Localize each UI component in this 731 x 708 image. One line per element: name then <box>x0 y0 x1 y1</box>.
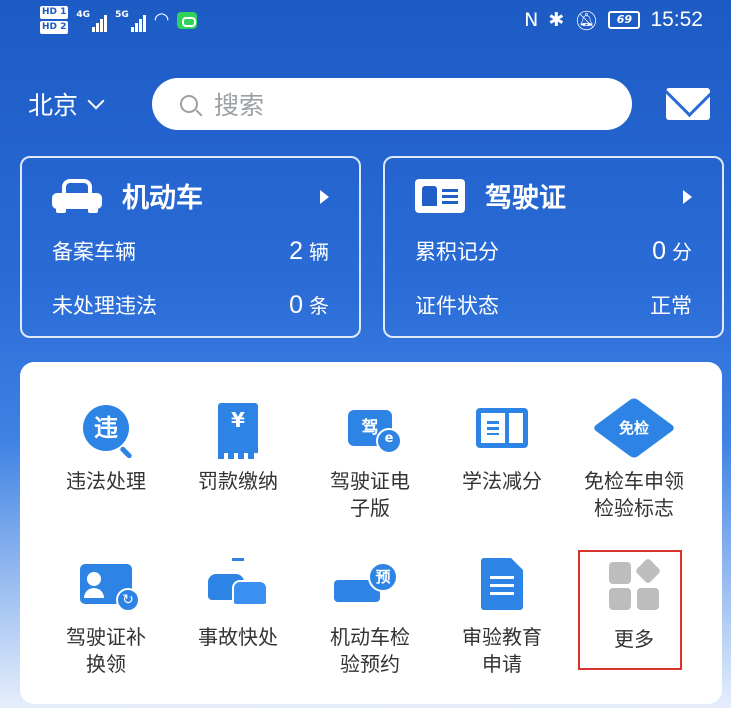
inspection-booking-icon: 预 <box>334 562 406 606</box>
message-icon <box>177 12 198 29</box>
row-value-group: 0分 <box>652 236 692 266</box>
mail-icon[interactable] <box>666 88 710 120</box>
status-left: HD 1 HD 2 4G 5G ◠ <box>40 6 198 34</box>
clock: 15:52 <box>650 8 703 31</box>
row-value: 2 <box>289 237 303 265</box>
service-label: 免检车申领检验标志 <box>584 469 684 520</box>
service-fine-payment[interactable]: ¥ 罚款缴纳 <box>168 400 308 495</box>
row-value: 正常 <box>650 294 692 318</box>
exempt-badge-icon: 免检 <box>591 396 677 460</box>
service-review-education[interactable]: 审验教育申请 <box>432 556 572 678</box>
row-unit: 辆 <box>309 240 329 264</box>
service-label: 机动车检验预约 <box>330 625 410 676</box>
search-bar[interactable]: 搜索 <box>152 78 632 130</box>
service-label: 罚款缴纳 <box>198 469 278 493</box>
service-label: 事故快处 <box>198 625 278 649</box>
book-icon <box>476 408 528 448</box>
booking-badge-text: 预 <box>368 562 398 592</box>
status-right: N ✱ 🔕︎ 69 15:52 <box>524 8 703 32</box>
accumulated-points-row[interactable]: 累积记分 0分 <box>415 236 692 266</box>
signal-icon: 4G <box>76 10 108 32</box>
row-label: 累积记分 <box>415 240 499 264</box>
row-value: 0 <box>289 291 303 319</box>
row-label: 备案车辆 <box>52 240 136 264</box>
hd-badges: HD 1 HD 2 <box>40 6 69 34</box>
search-icon <box>180 95 198 113</box>
search-placeholder: 搜索 <box>214 91 265 120</box>
unprocessed-violations-row[interactable]: 未处理违法 0条 <box>52 290 329 320</box>
service-label: 学法减分 <box>462 469 542 493</box>
grid-icon <box>609 557 662 610</box>
row-label: 未处理违法 <box>52 294 157 318</box>
license-card[interactable]: 驾驶证 累积记分 0分 证件状态 正常 <box>383 156 724 338</box>
row-unit: 条 <box>309 294 329 318</box>
license-title-text: 驾驶证 <box>485 183 566 214</box>
chevron-right-icon[interactable] <box>683 190 692 204</box>
license-card-title: 驾驶证 <box>415 176 566 215</box>
service-label: 更多 <box>614 627 654 651</box>
service-violation-handling[interactable]: 违 违法处理 <box>36 400 176 495</box>
wifi-icon: ◠ <box>153 9 170 30</box>
service-label: 审验教育申请 <box>462 625 542 676</box>
vehicle-card-title: 机动车 <box>52 176 203 215</box>
e-license-icon: 驾 <box>348 410 402 454</box>
row-value-group: 2辆 <box>289 236 329 266</box>
service-label: 驾驶证补换领 <box>66 625 146 676</box>
vehicle-card[interactable]: 机动车 备案车辆 2辆 未处理违法 0条 <box>20 156 361 338</box>
registered-vehicles-row[interactable]: 备案车辆 2辆 <box>52 236 329 266</box>
service-label: 驾驶证电子版 <box>330 469 410 520</box>
row-value-group: 0条 <box>289 290 329 320</box>
receipt-icon: ¥ <box>218 403 258 459</box>
city-selector[interactable]: 北京 <box>28 86 105 122</box>
accident-icon <box>208 558 268 608</box>
mute-icon: 🔕︎ <box>574 9 599 32</box>
license-status-row[interactable]: 证件状态 正常 <box>415 290 692 320</box>
service-quick-accident[interactable]: 事故快处 <box>168 556 308 651</box>
hd-badge-1: HD 1 <box>40 6 69 19</box>
service-more[interactable]: 更多 <box>564 556 704 653</box>
violation-icon: 违 <box>83 405 129 451</box>
id-card-icon <box>415 178 465 213</box>
car-icon <box>52 178 102 213</box>
service-exempt-inspection-label[interactable]: 免检 免检车申领检验标志 <box>564 396 704 522</box>
row-label: 证件状态 <box>415 294 499 318</box>
city-label: 北京 <box>28 91 79 120</box>
chevron-down-icon <box>87 92 105 110</box>
vehicle-title-text: 机动车 <box>122 183 203 214</box>
service-study-point-reduction[interactable]: 学法减分 <box>432 400 572 495</box>
service-label: 违法处理 <box>66 469 146 493</box>
bluetooth-icon: ✱ <box>548 9 565 31</box>
service-e-license[interactable]: 驾 驾驶证电子版 <box>300 400 440 522</box>
signal-icon: 5G <box>115 10 146 32</box>
license-renew-icon: ↻ <box>80 564 140 612</box>
chevron-right-icon[interactable] <box>320 190 329 204</box>
service-inspection-booking[interactable]: 预 机动车检验预约 <box>300 556 440 678</box>
row-value: 0 <box>652 237 666 265</box>
status-bar: HD 1 HD 2 4G 5G ◠ N ✱ 🔕︎ 69 15:52 <box>0 0 731 48</box>
exempt-badge-text: 免检 <box>618 419 649 437</box>
net-type-2: 5G <box>115 10 129 20</box>
battery-icon: 69 <box>608 11 641 29</box>
net-type-1: 4G <box>76 10 91 20</box>
row-unit: 分 <box>672 240 692 264</box>
hd-badge-2: HD 2 <box>40 21 69 34</box>
document-icon <box>481 558 523 610</box>
nfc-icon: N <box>524 9 539 31</box>
service-license-replacement[interactable]: ↻ 驾驶证补换领 <box>36 556 176 678</box>
